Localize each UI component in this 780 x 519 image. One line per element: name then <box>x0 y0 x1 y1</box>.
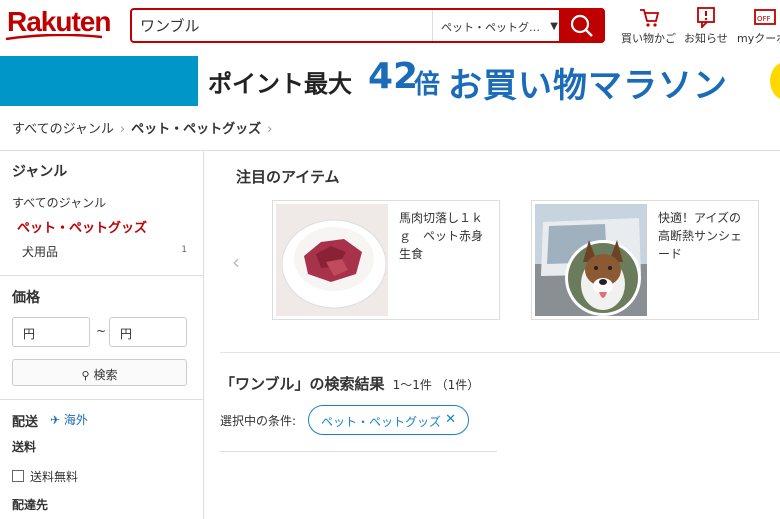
notice-icon <box>696 7 715 28</box>
price-min-input[interactable]: 円 <box>12 317 90 347</box>
close-icon[interactable]: ✕ <box>445 412 456 427</box>
cart-label: 買い物かご <box>621 32 676 45</box>
destination-title: 配達先 <box>12 498 49 512</box>
banner-text-a: ポイント最大 <box>208 70 352 98</box>
sidebar: ジャンル すべてのジャンル ペット・ペットグッズ 犬用品 1 価格 円 ~ 円 … <box>0 151 204 519</box>
coupon-icon: OFF <box>754 9 776 25</box>
search-input[interactable] <box>132 10 430 41</box>
shipping-title: 配送 <box>12 415 39 430</box>
notice-label: お知らせ <box>684 32 728 45</box>
product-title[interactable]: 馬肉切落し１ｋｇ ペット赤身生食 <box>399 209 489 263</box>
notice-link[interactable]: お知らせ <box>684 6 728 46</box>
banner-marathon: お買い物マラソン <box>448 66 728 106</box>
price-tilde: ~ <box>96 324 107 338</box>
airplane-icon: ✈ <box>50 413 61 427</box>
sidebar-item-pet-goods[interactable]: ペット・ペットグッズ <box>17 217 147 236</box>
price-title: 価格 <box>12 290 40 306</box>
featured-card[interactable]: 快適！アイズの高断熱サンシェード <box>531 200 759 320</box>
svg-text:OFF: OFF <box>757 15 771 23</box>
price-max-input[interactable]: 円 <box>109 317 187 347</box>
sidebar-item-dog-goods[interactable]: 犬用品 <box>22 243 58 260</box>
category-select-label: ペット・ペットグ… <box>441 21 540 34</box>
search-icon: ⚲ <box>81 369 90 382</box>
genre-title: ジャンル <box>12 164 68 180</box>
campaign-banner[interactable]: ポイント最大 42 倍 お買い物マラソン <box>0 56 780 106</box>
banner-text: ポイント最大 42 倍 お買い物マラソン <box>208 56 727 106</box>
product-image <box>535 204 647 316</box>
price-search-label: 検索 <box>93 368 118 382</box>
breadcrumb-all[interactable]: すべてのジャンル <box>12 122 114 137</box>
header: Rakuten ペット・ペットグ… ▼ 買い物かご お知らせ <box>0 0 780 56</box>
breadcrumb-pet[interactable]: ペット・ペットグッズ <box>131 122 261 137</box>
filter-chip[interactable]: ペット・ペットグッズ ✕ <box>308 405 469 435</box>
search-bar: ペット・ペットグ… ▼ <box>130 8 605 43</box>
results-title: 「ワンブル」の検索結果 <box>220 375 385 393</box>
divider <box>220 451 497 452</box>
divider <box>220 352 780 353</box>
cart-link[interactable]: 買い物かご <box>621 6 676 46</box>
product-title[interactable]: 快適！アイズの高断熱サンシェード <box>658 209 750 263</box>
free-shipping-label[interactable]: 送料無料 <box>30 468 78 485</box>
breadcrumb: すべてのジャンル › ペット・ペットグッズ › <box>12 118 278 137</box>
condition-label: 選択中の条件: <box>220 414 297 428</box>
results-count: 1～1件 （1件） <box>392 378 480 392</box>
price-search-button[interactable]: ⚲ 検索 <box>12 359 187 386</box>
overseas-label: 海外 <box>63 413 88 427</box>
featured-card[interactable]: 馬肉切落し１ｋｇ ペット赤身生食 <box>272 200 500 320</box>
cart-icon <box>639 9 659 27</box>
carousel-prev-icon[interactable]: ‹ <box>232 250 240 274</box>
featured-title: 注目のアイテム <box>236 168 340 186</box>
logo-swoosh-icon <box>5 34 103 40</box>
free-shipping-checkbox[interactable] <box>12 470 24 482</box>
overseas-link[interactable]: ✈ 海外 <box>50 411 88 428</box>
filter-chip-label: ペット・ペットグッズ <box>321 415 442 429</box>
divider <box>0 399 204 400</box>
product-image <box>276 204 388 316</box>
caret-down-icon: ▼ <box>550 21 558 32</box>
banner-multiplier: 倍 <box>414 70 441 100</box>
coupon-link[interactable]: OFF myクーポ <box>737 6 780 46</box>
campaign-banner-panel: ポイント最大 42 倍 お買い物マラソン <box>198 56 780 106</box>
results-heading: 「ワンブル」の検索結果 1～1件 （1件） <box>220 373 479 394</box>
sidebar-item-all-genres[interactable]: すべてのジャンル <box>12 194 106 211</box>
postage-title: 送料 <box>12 440 37 454</box>
divider <box>0 275 204 276</box>
chevron-right-icon: › <box>267 122 273 137</box>
chevron-right-icon: › <box>119 122 126 137</box>
banner-number: 42 <box>368 56 419 97</box>
coupon-label: myクーポ <box>737 32 780 45</box>
search-button[interactable] <box>559 8 605 43</box>
search-icon <box>570 14 593 37</box>
dog-goods-count: 1 <box>181 245 187 255</box>
category-select[interactable]: ペット・ペットグ… ▼ <box>432 10 562 41</box>
